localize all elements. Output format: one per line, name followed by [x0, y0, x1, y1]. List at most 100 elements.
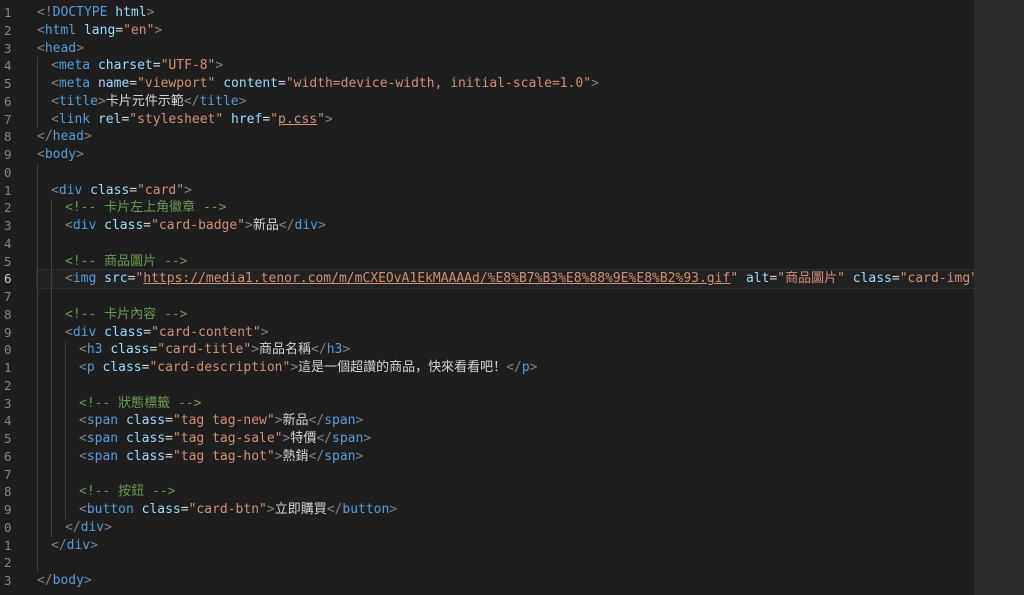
code-line[interactable]: <!-- 卡片內容 -->	[37, 306, 974, 324]
code-token: 卡片元件示範	[105, 93, 184, 109]
code-line[interactable]: <span class="tag tag-sale">特價</span>	[37, 430, 974, 448]
code-line[interactable]: <meta charset="UTF-8">	[37, 57, 974, 75]
code-line[interactable]	[37, 288, 974, 306]
code-token: 特價	[290, 431, 317, 446]
code-token: >	[290, 360, 299, 375]
code-token: "商品圖片"	[777, 271, 845, 287]
code-line[interactable]: <h3 class="card-title">商品名稱</h3>	[37, 341, 974, 359]
line-number: 1	[4, 5, 12, 20]
code-token: p	[521, 360, 530, 375]
code-line[interactable]: </div>	[37, 519, 974, 537]
code-token: html	[44, 22, 77, 38]
code-token: class	[125, 431, 166, 446]
code-line[interactable]: <span class="tag tag-hot">熱銷</span>	[37, 448, 974, 466]
line-number: 1	[4, 182, 12, 198]
code-token: =	[180, 502, 189, 517]
code-line[interactable]: </body>	[37, 572, 974, 590]
code-token: 立即購買	[274, 502, 327, 517]
current-code-line[interactable]: <img src = "https://media1.tenor.com/m/mCX…	[36, 269, 974, 289]
code-line[interactable]	[37, 164, 974, 182]
code-token: </	[311, 342, 327, 358]
line-number: 5	[4, 253, 12, 269]
code-token: =	[143, 218, 152, 233]
code-line[interactable]: <button class="card-btn">立即購買</button>	[37, 501, 974, 519]
code-line[interactable]: <body>	[37, 146, 974, 164]
code-token: "card"	[137, 182, 185, 198]
code-token: "	[317, 111, 325, 127]
code-line[interactable]: <!DOCTYPE html>	[37, 4, 974, 22]
code-line[interactable]: <!-- 按鈕 -->	[37, 483, 974, 501]
code-line[interactable]: <div class="card-content">	[37, 324, 974, 342]
code-line[interactable]: <div class="card">	[37, 182, 974, 200]
code-line[interactable]: </div>	[37, 537, 974, 555]
code-token: href	[231, 111, 263, 127]
code-token: span	[86, 448, 119, 464]
code-token: >	[97, 93, 106, 109]
code-token: </	[183, 93, 200, 109]
code-line[interactable]	[37, 235, 974, 253]
code-token: >	[274, 448, 283, 464]
line-number: 3	[4, 218, 12, 233]
code-token: >	[251, 342, 260, 358]
code-token: button	[86, 502, 134, 517]
code-token: span	[86, 431, 119, 446]
code-token: span	[332, 431, 364, 446]
code-token: >	[324, 111, 333, 127]
code-token: 新品	[252, 218, 279, 233]
code-line[interactable]	[37, 554, 974, 572]
code-token: "	[270, 111, 278, 127]
code-line[interactable]: <p class="card-description">這是一個超讚的商品，快來…	[37, 359, 974, 377]
code-token: "width=device-width, initial-scale=1.0"	[285, 76, 592, 91]
code-line[interactable]: <!-- 狀態標籤 -->	[37, 395, 974, 413]
code-line[interactable]: <head>	[37, 40, 974, 58]
code-token: class	[125, 448, 166, 464]
code-token: >	[83, 129, 92, 145]
code-token: =	[143, 324, 152, 340]
code-token: >	[154, 22, 163, 38]
code-token: title	[58, 93, 98, 109]
line-number: 7	[4, 111, 12, 127]
code-line[interactable]: <!-- 商品圖片 -->	[37, 253, 974, 271]
code-line[interactable]: <span class="tag tag-new">新品</span>	[37, 412, 974, 430]
code-token: >	[591, 76, 599, 91]
code-token: =	[129, 76, 138, 91]
code-token: >	[266, 502, 275, 517]
code-token: >	[90, 537, 98, 553]
code-line[interactable]: </head>	[37, 128, 974, 146]
code-line[interactable]	[37, 466, 974, 484]
code-token: =	[891, 271, 900, 287]
code-token: "viewport"	[137, 76, 216, 91]
line-number: 5	[4, 76, 12, 91]
line-number: 9	[4, 324, 12, 340]
code-token: body	[44, 147, 77, 162]
code-token: <	[51, 111, 59, 127]
code-token: src	[104, 271, 128, 287]
code-token: >	[342, 342, 351, 358]
code-token: </	[37, 573, 53, 588]
line-number: 6	[4, 93, 12, 109]
code-line[interactable]: <link rel="stylesheet" href="p.css">	[37, 111, 974, 129]
line-number: 9	[4, 147, 12, 162]
line-number: 3	[4, 395, 12, 411]
code-line[interactable]: <html lang="en">	[37, 22, 974, 40]
code-token: <	[37, 147, 45, 162]
code-line[interactable]: <meta name="viewport" content="width=dev…	[37, 75, 974, 93]
code-area[interactable]: <!DOCTYPE html> <html lang="en"> <head> <me…	[36, 4, 974, 590]
code-token: content	[223, 76, 279, 91]
line-number: 4	[4, 413, 12, 429]
code-token: >	[260, 324, 269, 340]
code-token: <!	[37, 5, 53, 20]
code-line[interactable]: <title>卡片元件示範</title>	[37, 93, 974, 111]
code-token: name	[97, 76, 130, 91]
line-number: 3	[4, 573, 12, 588]
code-line[interactable]: <div class="card-badge">新品</div>	[37, 217, 974, 235]
code-token: https://media1.tenor.com/m/mCXEOvA1EkMAA…	[143, 271, 731, 287]
code-token: div	[66, 537, 91, 553]
code-line[interactable]	[37, 377, 974, 395]
code-editor[interactable]: 1 2 3 4 5 6 7 8 9 0 1 2 3 4 5 6 7 8 9 0 1 2 3 4 5 6 7 8 9 0 1 2 3 <!DOCT…	[0, 0, 974, 595]
code-token: span	[324, 448, 356, 464]
code-line[interactable]: <!-- 卡片左上角徽章 -->	[37, 199, 974, 217]
